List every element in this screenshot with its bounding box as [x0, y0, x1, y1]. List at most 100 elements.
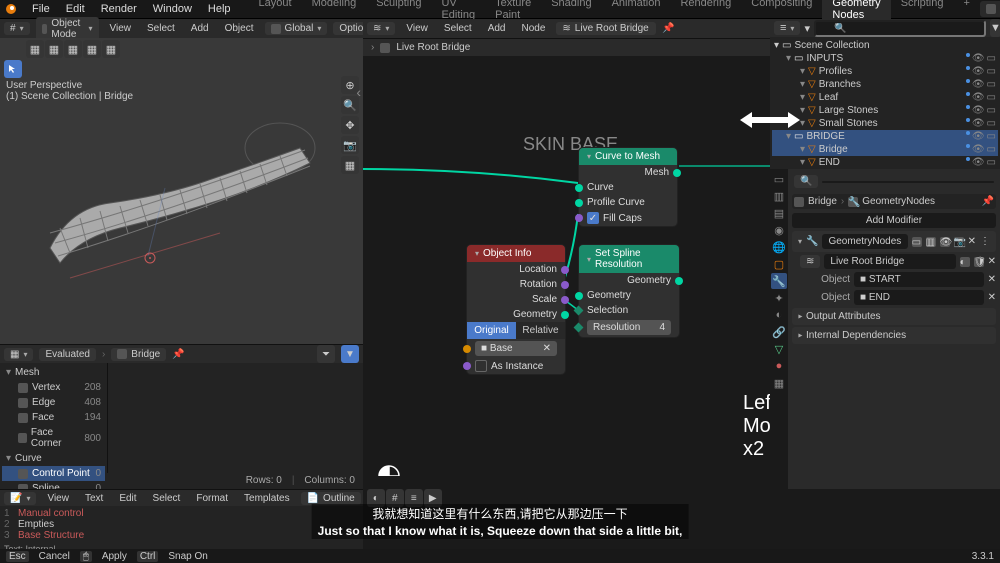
viewport-menu-add[interactable]: Add [186, 22, 214, 35]
clear-icon[interactable]: ✕ [988, 292, 996, 303]
prop-tab-material[interactable]: ● [771, 358, 787, 374]
mode-selector[interactable]: Object Mode [36, 17, 99, 41]
object-field[interactable]: Base [490, 343, 513, 354]
filter-icon[interactable]: ▼ [990, 19, 1000, 37]
nodegroup-browse[interactable]: ≋ [800, 255, 820, 268]
outliner-tree[interactable]: ▾▭Scene Collection ▾▭INPUTS👁▭▾▽Profiles👁… [770, 37, 1000, 169]
node-title[interactable]: Set Spline Resolution [579, 245, 679, 273]
node-object-info[interactable]: Object Info Location Rotation Scale Geom… [466, 244, 566, 375]
pin-icon[interactable]: 📌 [662, 23, 674, 34]
as-instance-checkbox[interactable] [475, 360, 487, 372]
nodegroup-selector[interactable]: ≋ Live Root Bridge [556, 22, 656, 35]
node-set-spline-resolution[interactable]: Set Spline Resolution Geometry Geometry … [578, 244, 680, 338]
tree-item[interactable]: Face Corner800 [2, 425, 105, 451]
prop-tab-texture[interactable]: ▦ [771, 375, 787, 391]
viewport-menu-object[interactable]: Object [220, 22, 259, 35]
text-file-selector[interactable]: 📄 Outline [301, 492, 361, 505]
prop-tab-modifier[interactable]: 🔧 [771, 273, 787, 289]
prop-search[interactable] [822, 181, 994, 183]
outline-item[interactable]: ▾▭BRIDGE👁▭ [772, 130, 998, 143]
nodegroup-name-field[interactable]: Live Root Bridge [824, 254, 955, 269]
tree-item[interactable]: Control Point0 [2, 466, 105, 481]
mod-toggle-icon[interactable]: 👁 [940, 237, 950, 247]
outline-item[interactable]: ▾▽Large Stones👁▭ [772, 104, 998, 117]
spreadsheet-eval-selector[interactable]: Evaluated [39, 348, 95, 361]
add-modifier-button[interactable]: Add Modifier [792, 213, 996, 228]
prop-tab-physics[interactable]: ◐ [771, 307, 787, 323]
text-line[interactable]: 3Base Structure [4, 530, 359, 541]
clear-icon[interactable]: ✕ [988, 274, 996, 285]
text-line[interactable]: 2 Empties [4, 519, 359, 530]
prop-tab-output[interactable]: ▥ [771, 188, 787, 204]
spreadsheet-editor-selector[interactable]: ▦ [4, 348, 33, 361]
node-curve-to-mesh[interactable]: Curve to Mesh Mesh Curve Profile Curve ✓… [578, 147, 678, 227]
menu-window[interactable]: Window [145, 1, 200, 17]
text-menu-text[interactable]: Text [80, 492, 108, 505]
breadcrumb-nodegroup[interactable]: Live Root Bridge [396, 42, 470, 53]
node-canvas[interactable]: SKIN BASE Curve to Mesh Mesh Curve Profi… [363, 56, 770, 476]
tree-item[interactable]: ▾ Curve [2, 451, 105, 466]
viewport-overlay-icon[interactable]: ▦ [26, 40, 44, 58]
viewport-move-icon[interactable]: ✥ [341, 116, 359, 134]
input-value-field[interactable]: ■ START [854, 272, 984, 287]
mod-toggle-icon[interactable]: ▥ [926, 237, 936, 247]
tree-item[interactable]: Edge408 [2, 395, 105, 410]
tree-item[interactable]: Vertex208 [2, 380, 105, 395]
internal-dependencies-section[interactable]: Internal Dependencies [792, 327, 996, 344]
prop-tab-particles[interactable]: ✦ [771, 290, 787, 306]
prop-tab-scene[interactable]: ◉ [771, 222, 787, 238]
viewport-overlay-icon[interactable]: ▦ [83, 40, 101, 58]
prop-breadcrumb-mod[interactable]: GeometryNodes [862, 196, 935, 207]
viewport-overlay-icon[interactable]: ▦ [102, 40, 120, 58]
node-menu-select[interactable]: Select [439, 22, 477, 35]
text-editor-selector[interactable]: 📝 [4, 492, 36, 505]
outline-item[interactable]: ▾▽Small Stones👁▭ [772, 117, 998, 130]
resolution-value[interactable]: 4 [659, 322, 665, 333]
clear-icon[interactable]: ✕ [543, 343, 551, 354]
nodegroup-close-icon[interactable]: ✕ [988, 256, 996, 267]
tab-relative[interactable]: Relative [516, 322, 565, 339]
text-menu-select[interactable]: Select [148, 492, 186, 505]
modifier-name-field[interactable]: GeometryNodes [822, 234, 907, 249]
outline-item[interactable]: ▾▽Bridge👁▭ [772, 143, 998, 156]
node-menu-node[interactable]: Node [517, 22, 551, 35]
3d-viewport[interactable]: ▦ ▦ ▦ ▦ ▦ User Perspective (1) Scene Col… [0, 38, 363, 344]
prop-editor-selector[interactable]: 🔍 [794, 175, 818, 188]
node-title[interactable]: Curve to Mesh [579, 148, 677, 165]
prop-tab-world[interactable]: 🌐 [771, 239, 787, 255]
editor-type-selector[interactable]: # [4, 22, 30, 35]
text-menu-edit[interactable]: Edit [114, 492, 141, 505]
tree-item[interactable]: Face194 [2, 410, 105, 425]
tree-item[interactable]: ▾ Mesh [2, 365, 105, 380]
outline-item[interactable]: ▾▽Profiles👁▭ [772, 65, 998, 78]
outline-item[interactable]: ▾▽Branches👁▭ [772, 78, 998, 91]
outliner-mode-icon[interactable]: ▾ [804, 22, 810, 35]
text-line[interactable]: 1Manual control [4, 508, 359, 519]
orientation-selector[interactable]: Global [265, 22, 328, 35]
node-editor-type-selector[interactable]: ≋ [367, 22, 395, 35]
spreadsheet-grid[interactable] [108, 363, 363, 473]
menu-render[interactable]: Render [93, 1, 145, 17]
viewport-menu-view[interactable]: View [105, 22, 137, 35]
pin-icon[interactable]: 📌 [172, 349, 184, 360]
outline-item[interactable]: ▾▭INPUTS👁▭ [772, 52, 998, 65]
prop-tab-data[interactable]: ▽ [771, 341, 787, 357]
outliner-search[interactable] [814, 20, 986, 37]
filter-icon[interactable]: ⏷ [317, 345, 335, 363]
node-title[interactable]: Object Info [467, 245, 565, 262]
prop-tab-render[interactable]: ▭ [771, 171, 787, 187]
viewport-overlay-icon[interactable]: ▦ [64, 40, 82, 58]
nodegroup-toggle-icon[interactable]: 🛡 [974, 257, 984, 267]
prop-tab-viewlayer[interactable]: ▤ [771, 205, 787, 221]
mod-toggle-icon[interactable]: 📷 [954, 237, 964, 247]
scene-selector[interactable]: Scene [980, 1, 1000, 17]
pin-icon[interactable]: 📌 [982, 196, 994, 207]
outliner-root[interactable]: Scene Collection [794, 40, 869, 51]
outliner-editor-selector[interactable]: ≡ [774, 21, 800, 35]
outline-item[interactable]: ▾▽Leaf👁▭ [772, 91, 998, 104]
spreadsheet-object-selector[interactable]: Bridge [111, 348, 166, 361]
output-attributes-section[interactable]: Output Attributes [792, 308, 996, 325]
viewport-overlay-icon[interactable]: ▦ [45, 40, 63, 58]
text-menu-format[interactable]: Format [191, 492, 233, 505]
prop-tab-constraints[interactable]: 🔗 [771, 324, 787, 340]
